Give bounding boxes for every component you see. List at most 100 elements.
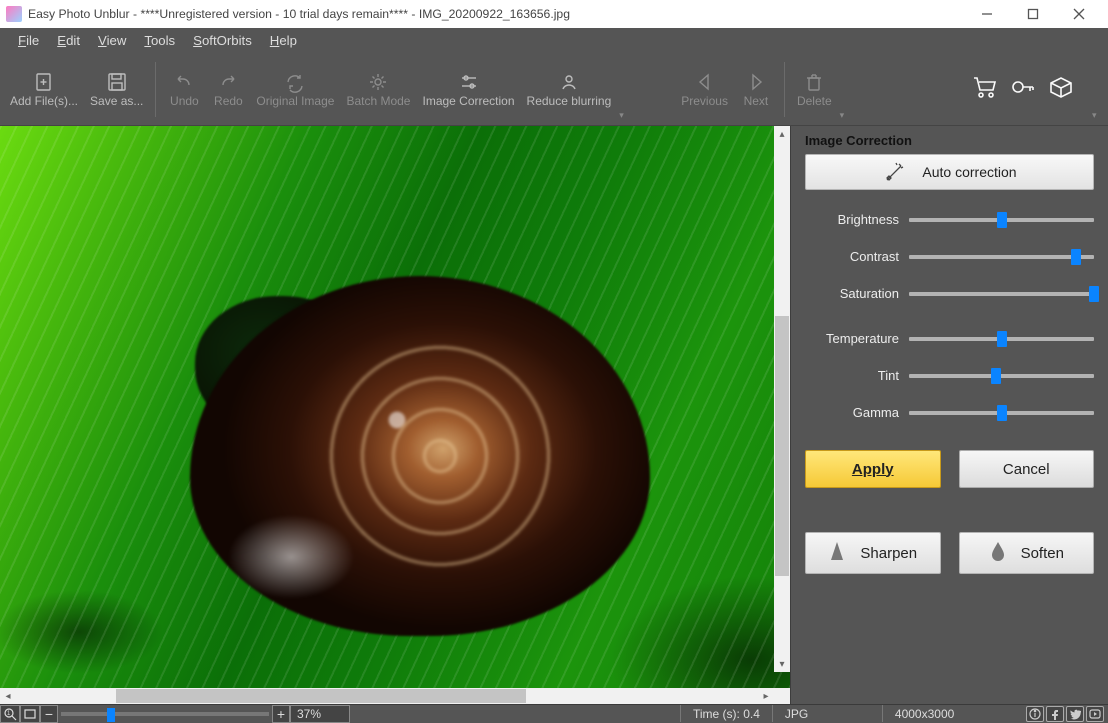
sharpen-icon (828, 540, 846, 566)
undo-icon (173, 71, 195, 93)
tool-label: Batch Mode (346, 95, 410, 109)
toolbar-overflow-2[interactable]: ▾ (840, 110, 850, 123)
original-image-button[interactable]: Original Image (252, 56, 338, 123)
menu-view[interactable]: View (90, 31, 134, 50)
previous-button[interactable]: Previous (677, 56, 732, 123)
image-canvas[interactable]: ▴ ▾ (0, 126, 790, 688)
toolbar-overflow-3[interactable]: ▾ (1092, 110, 1102, 123)
reduce-blurring-button[interactable]: Reduce blurring (523, 56, 616, 123)
horizontal-scroll-thumb[interactable] (116, 689, 526, 703)
wand-icon (882, 159, 908, 185)
window-close-button[interactable] (1056, 0, 1102, 28)
next-button[interactable]: Next (736, 56, 776, 123)
cancel-label: Cancel (1003, 461, 1050, 478)
scroll-left-icon[interactable]: ◂ (0, 688, 16, 704)
social-links (1022, 705, 1108, 722)
slider-label: Temperature (805, 331, 899, 346)
menu-help[interactable]: Help (262, 31, 305, 50)
menu-softorbits[interactable]: SoftOrbits (185, 31, 260, 50)
youtube-icon[interactable] (1086, 706, 1104, 722)
horizontal-scrollbar[interactable]: ◂ ▸ (0, 688, 790, 704)
temperature-slider-row: Temperature (805, 331, 1094, 346)
add-files-button[interactable]: Add File(s)... (6, 56, 82, 123)
scroll-right-icon[interactable]: ▸ (758, 688, 774, 704)
focus-icon (558, 71, 580, 93)
tool-label: Save as... (90, 95, 143, 109)
window-minimize-button[interactable] (964, 0, 1010, 28)
redo-button[interactable]: Redo (208, 56, 248, 123)
tint-slider-row: Tint (805, 368, 1094, 383)
zoom-thumb[interactable] (107, 708, 115, 722)
vertical-scrollbar[interactable]: ▴ ▾ (774, 126, 790, 672)
slider-label: Brightness (805, 212, 899, 227)
package-icon[interactable] (1048, 75, 1074, 104)
contrast-slider-row: Contrast (805, 249, 1094, 264)
gamma-slider-row: Gamma (805, 405, 1094, 420)
undo-button[interactable]: Undo (164, 56, 204, 123)
save-icon (106, 71, 128, 93)
slider-label: Gamma (805, 405, 899, 420)
soften-icon (989, 540, 1007, 566)
cart-icon[interactable] (972, 75, 998, 104)
zoom-in-button[interactable]: + (272, 705, 290, 723)
slider-label: Tint (805, 368, 899, 383)
tint-slider[interactable] (909, 374, 1094, 378)
statusbar: 1 − + 37% Time (s): 0.4 JPG 4000x3000 (0, 704, 1108, 722)
zoom-actual-button[interactable]: 1 (0, 705, 20, 723)
temperature-slider[interactable] (909, 337, 1094, 341)
menu-edit[interactable]: Edit (49, 31, 88, 50)
sharpen-label: Sharpen (860, 545, 917, 562)
info-icon[interactable] (1026, 706, 1044, 722)
brightness-slider[interactable] (909, 218, 1094, 222)
tool-label: Add File(s)... (10, 95, 78, 109)
zoom-out-button[interactable]: − (40, 705, 58, 723)
status-format: JPG (772, 705, 882, 722)
window-titlebar: Easy Photo Unblur - ****Unregistered ver… (0, 0, 1108, 28)
batch-mode-button[interactable]: Batch Mode (342, 56, 414, 123)
window-title: Easy Photo Unblur - ****Unregistered ver… (28, 7, 570, 21)
key-icon[interactable] (1010, 75, 1036, 104)
twitter-icon[interactable] (1066, 706, 1084, 722)
tool-label: Undo (170, 95, 199, 109)
status-dimensions: 4000x3000 (882, 705, 1002, 722)
scroll-down-icon[interactable]: ▾ (774, 656, 790, 672)
save-as-button[interactable]: Save as... (86, 56, 147, 123)
add-file-icon (33, 71, 55, 93)
zoom-fit-button[interactable] (20, 705, 40, 723)
tool-label: Delete (797, 95, 832, 109)
auto-correction-button[interactable]: Auto correction (805, 154, 1094, 190)
redo-icon (217, 71, 239, 93)
toolbar-overflow-1[interactable]: ▾ (619, 110, 629, 123)
saturation-slider-row: Saturation (805, 286, 1094, 301)
apply-button[interactable]: Apply (805, 450, 941, 488)
status-time: Time (s): 0.4 (680, 705, 772, 722)
cancel-button[interactable]: Cancel (959, 450, 1095, 488)
sliders-icon (458, 71, 480, 93)
saturation-slider[interactable] (909, 292, 1094, 296)
zoom-value: 37% (290, 705, 350, 723)
auto-correction-label: Auto correction (922, 164, 1016, 180)
sharpen-button[interactable]: Sharpen (805, 532, 941, 574)
tool-label: Next (744, 95, 769, 109)
scroll-up-icon[interactable]: ▴ (774, 126, 790, 142)
arrow-left-icon (694, 71, 716, 93)
canvas-area: ▴ ▾ ◂ ▸ (0, 126, 790, 704)
tool-label: Previous (681, 95, 728, 109)
contrast-slider[interactable] (909, 255, 1094, 259)
menu-tools[interactable]: Tools (136, 31, 183, 50)
vertical-scroll-thumb[interactable] (775, 316, 789, 576)
toolbar-separator (784, 62, 785, 117)
gamma-slider[interactable] (909, 411, 1094, 415)
image-correction-button[interactable]: Image Correction (418, 56, 518, 123)
facebook-icon[interactable] (1046, 706, 1064, 722)
brightness-slider-row: Brightness (805, 212, 1094, 227)
menu-file[interactable]: File (10, 31, 47, 50)
toolbar-separator (155, 62, 156, 117)
tool-label: Redo (214, 95, 243, 109)
zoom-slider[interactable] (60, 711, 270, 717)
toolbar: Add File(s)... Save as... Undo Redo Orig… (0, 52, 1108, 126)
soften-label: Soften (1021, 545, 1064, 562)
window-maximize-button[interactable] (1010, 0, 1056, 28)
delete-button[interactable]: Delete (793, 56, 836, 123)
soften-button[interactable]: Soften (959, 532, 1095, 574)
